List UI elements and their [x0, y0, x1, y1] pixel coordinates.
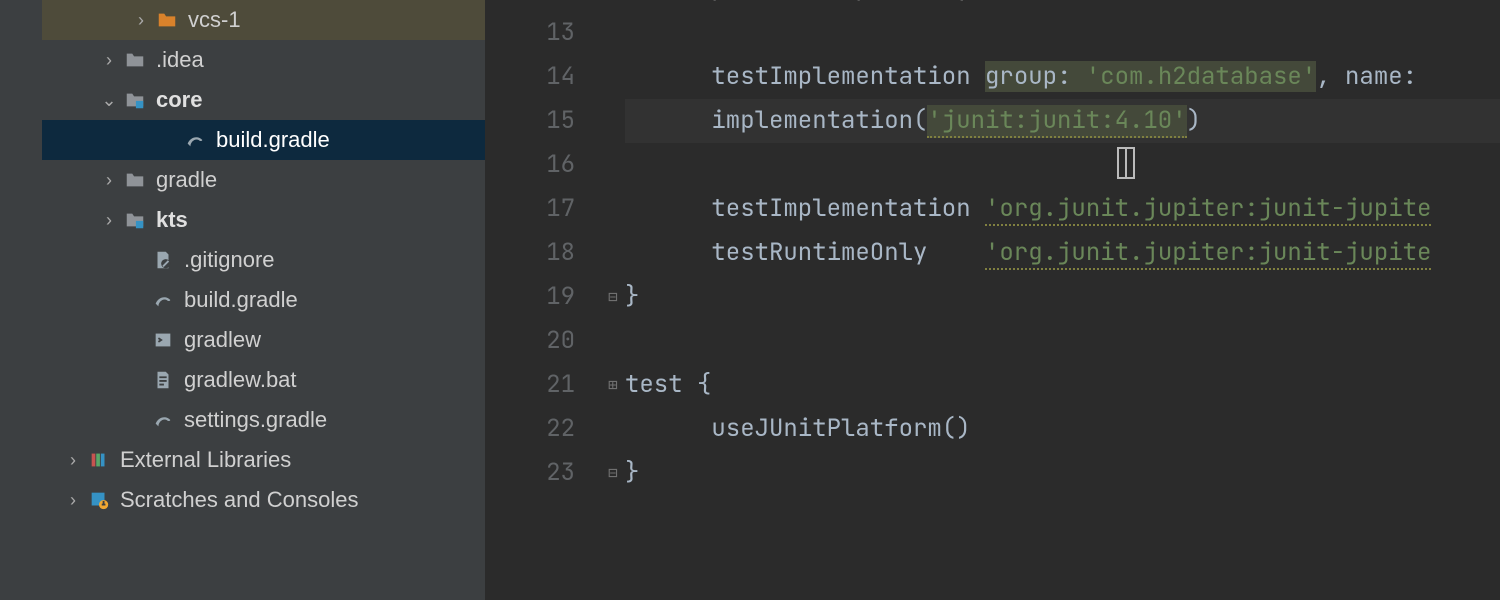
fold-close-icon[interactable]: ⊟ — [603, 275, 623, 319]
tree-item-label: vcs-1 — [188, 7, 241, 33]
tree-item-external-libraries[interactable]: › External Libraries — [0, 440, 485, 480]
code-text: { — [697, 369, 711, 400]
tool-window-stripe[interactable] — [0, 0, 42, 600]
tree-item-label: core — [156, 87, 202, 113]
code-text: // — [625, 0, 668, 4]
line-number[interactable]: 13 — [485, 11, 575, 55]
chevron-right-icon[interactable]: › — [98, 210, 120, 231]
tree-item-label: Scratches and Consoles — [120, 487, 358, 513]
tree-item-label: settings.gradle — [184, 407, 327, 433]
scratches-icon — [84, 489, 114, 511]
line-number[interactable]: 21 — [485, 363, 575, 407]
fold-close-icon[interactable]: ⊟ — [603, 451, 623, 495]
gradle-icon — [148, 289, 178, 311]
chevron-right-icon[interactable]: › — [130, 10, 152, 31]
gradle-icon — [148, 409, 178, 431]
folder-icon — [152, 9, 182, 31]
editor-gutter[interactable]: 12 13 14 15 16 17 18 19 20 21 22 23 — [485, 0, 603, 600]
tree-item-vcs-1[interactable]: › vcs-1 — [0, 0, 485, 40]
line-number[interactable]: 17 — [485, 187, 575, 231]
code-text: https://mvnrepository.com/artifact/com.h… — [668, 0, 1402, 4]
chevron-right-icon[interactable]: › — [62, 450, 84, 471]
library-icon — [84, 449, 114, 471]
code-text: , name: — [1316, 61, 1417, 92]
file-icon — [148, 249, 178, 271]
chevron-right-icon[interactable]: › — [98, 170, 120, 191]
line-number[interactable]: 19 — [485, 275, 575, 319]
code-text: group: — [985, 61, 1086, 92]
tree-item-label: .idea — [156, 47, 204, 73]
folder-icon — [120, 49, 150, 71]
tree-item-gitignore[interactable]: › .gitignore — [0, 240, 485, 280]
code-text: useJUnitPlatform() — [711, 413, 970, 444]
tree-item-gradlew[interactable]: › gradlew — [0, 320, 485, 360]
folder-icon — [120, 169, 150, 191]
line-number[interactable]: 23 — [485, 451, 575, 495]
chevron-right-icon[interactable]: › — [62, 490, 84, 511]
tree-item-label: gradle — [156, 167, 217, 193]
module-folder-icon — [120, 209, 150, 231]
gradle-icon — [180, 129, 210, 151]
line-number[interactable]: 18 — [485, 231, 575, 275]
code-text: 'junit:junit:4.10' — [927, 105, 1186, 136]
tree-item-kts[interactable]: › kts — [0, 200, 485, 240]
tree-item-label: kts — [156, 207, 188, 233]
code-text: 'com.h2database' — [1086, 61, 1316, 92]
ide-root: › vcs-1 › .idea ⌄ core — [0, 0, 1500, 600]
chevron-right-icon[interactable]: › — [98, 50, 120, 71]
code-text: testImplementation — [711, 61, 985, 92]
tree-item-label: gradlew — [184, 327, 261, 353]
code-text: 'org.junit.jupiter:junit-jupite — [985, 237, 1431, 268]
code-text: implementation( — [711, 105, 927, 136]
tree-item-core-build-gradle[interactable]: › build.gradle — [0, 120, 485, 160]
tree-item-idea[interactable]: › .idea — [0, 40, 485, 80]
line-number[interactable]: 12 — [485, 0, 575, 11]
chevron-down-icon[interactable]: ⌄ — [98, 90, 120, 111]
tree-item-gradlew-bat[interactable]: › gradlew.bat — [0, 360, 485, 400]
line-number[interactable]: 15 — [485, 99, 575, 143]
tree-item-root-build-gradle[interactable]: › build.gradle — [0, 280, 485, 320]
code-text: 'org.junit.jupiter:junit-jupite — [985, 193, 1431, 224]
code-text: testRuntimeOnly — [711, 237, 985, 268]
line-number[interactable]: 16 — [485, 143, 575, 187]
line-number[interactable]: 22 — [485, 407, 575, 451]
code-content[interactable]: // https://mvnrepository.com/artifact/co… — [625, 0, 1500, 495]
code-text: ) — [1187, 105, 1201, 136]
text-file-icon — [148, 369, 178, 391]
code-text: test — [625, 369, 697, 400]
tree-item-settings-gradle[interactable]: › settings.gradle — [0, 400, 485, 440]
tree-item-label: External Libraries — [120, 447, 291, 473]
tree-item-label: .gitignore — [184, 247, 275, 273]
code-editor[interactable]: 12 13 14 15 16 17 18 19 20 21 22 23 ⊟ ⊞ — [485, 0, 1500, 600]
code-text: } — [625, 281, 639, 312]
code-text: } — [625, 457, 639, 488]
fold-column[interactable]: ⊟ ⊞ ⊟ — [603, 0, 623, 495]
tree-item-gradle[interactable]: › gradle — [0, 160, 485, 200]
line-number[interactable]: 20 — [485, 319, 575, 363]
tree-item-core[interactable]: ⌄ core — [0, 80, 485, 120]
tree-item-scratches[interactable]: › Scratches and Consoles — [0, 480, 485, 520]
shell-file-icon — [148, 329, 178, 351]
tree-item-label: build.gradle — [184, 287, 298, 313]
tree-item-label: gradlew.bat — [184, 367, 297, 393]
module-folder-icon — [120, 89, 150, 111]
line-number[interactable]: 14 — [485, 55, 575, 99]
project-tree[interactable]: › vcs-1 › .idea ⌄ core — [0, 0, 485, 600]
text-caret-icon — [1117, 149, 1135, 177]
tree-item-label: build.gradle — [216, 127, 330, 153]
fold-open-icon[interactable]: ⊞ — [603, 363, 623, 407]
